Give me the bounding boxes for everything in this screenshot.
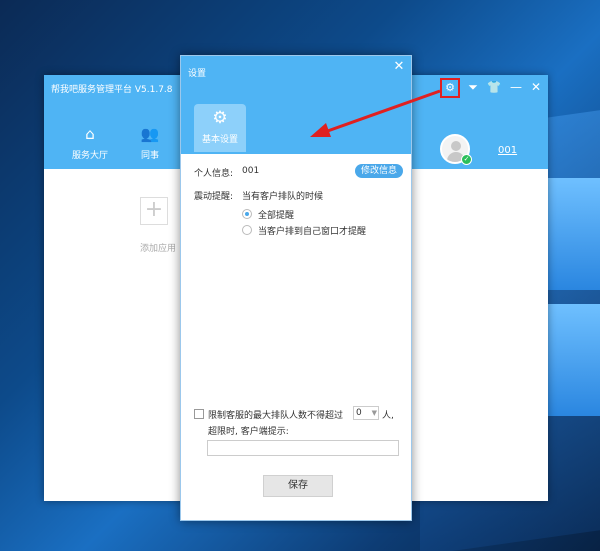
radio-own-window-reminder-label: 当客户排到自己窗口才提醒: [258, 227, 367, 237]
dropdown-menu-icon[interactable]: ⏷: [464, 78, 482, 96]
queue-limit-suffix: 人,: [382, 411, 394, 421]
close-icon[interactable]: ✕: [527, 78, 545, 96]
annotation-arrow: [310, 89, 441, 137]
nav-item-label: 服务大厅: [71, 151, 108, 161]
save-button[interactable]: 保存: [263, 475, 333, 497]
colleagues-icon: 👥: [140, 125, 160, 143]
vibration-label: 震动提醒:: [194, 192, 234, 202]
windows-logo-pane-bottom: [548, 304, 600, 416]
vibration-description: 当有客户排队的时候: [242, 192, 324, 202]
gear-icon: ⚙: [445, 81, 455, 94]
nav-item-colleagues[interactable]: 👥 同事: [128, 125, 172, 161]
home-icon: ⌂: [85, 125, 95, 143]
minimize-icon[interactable]: —: [507, 78, 525, 96]
radio-all-reminders[interactable]: [242, 209, 252, 219]
radio-all-reminders-label: 全部提醒: [258, 211, 295, 221]
user-id-link[interactable]: 001: [498, 145, 517, 156]
edit-info-button[interactable]: 修改信息: [355, 164, 403, 178]
radio-own-window-reminder[interactable]: [242, 225, 252, 235]
add-app-button[interactable]: +: [140, 197, 168, 225]
windows-logo-pane-top: [548, 178, 600, 290]
skin-shirt-icon[interactable]: 👕: [485, 78, 503, 96]
gear-icon: ⚙: [212, 108, 228, 128]
queue-limit-select[interactable]: 0 ▼: [353, 406, 379, 420]
arrow-head: [310, 123, 331, 137]
arrow-shaft: [321, 89, 441, 135]
queue-limit-prefix: 限制客服的最大排队人数不得超过: [208, 411, 344, 421]
dialog-title: 设置: [188, 69, 207, 79]
queue-limit-value: 0: [356, 408, 362, 418]
avatar-head-shape: [451, 141, 461, 151]
overflow-hint-label: 超限时, 客户端提示:: [208, 427, 289, 437]
personal-info-label: 个人信息:: [194, 169, 234, 179]
plus-icon: +: [144, 197, 164, 222]
tab-basic-settings[interactable]: ⚙ 基本设置: [194, 104, 246, 152]
nav-item-label: 同事: [140, 151, 159, 161]
queue-limit-checkbox[interactable]: [194, 409, 204, 419]
dialog-close-icon[interactable]: ✕: [391, 59, 407, 74]
online-status-check-icon: ✓: [461, 154, 472, 165]
nav-item-service-hall[interactable]: ⌂ 服务大厅: [68, 125, 112, 161]
chevron-down-icon: ▼: [371, 409, 377, 417]
personal-info-value: 001: [242, 166, 260, 176]
add-app-label: 添加应用: [140, 244, 177, 254]
app-title: 帮我吧服务管理平台 V5.1.7.8: [51, 85, 173, 95]
tab-label: 基本设置: [201, 135, 238, 145]
overflow-hint-input[interactable]: [207, 440, 399, 456]
